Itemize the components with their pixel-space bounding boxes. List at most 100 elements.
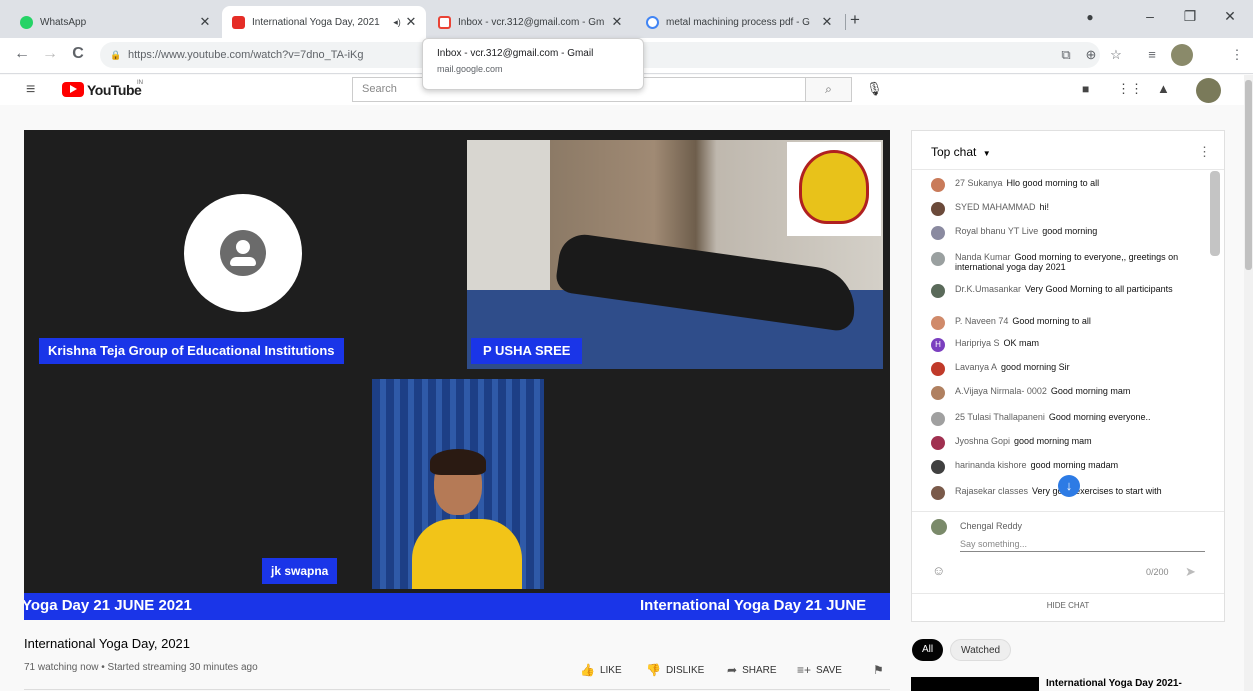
close-icon[interactable]: ✕ [198,14,212,30]
notifications-bell-icon[interactable]: ▲ [1157,81,1170,96]
tab-title: Inbox - vcr.312@gmail.com - Gm [458,16,605,28]
chat-message-text: Good morning everyone.. [1048,412,1151,422]
close-icon[interactable]: ✕ [610,14,624,30]
new-tab-button[interactable]: + [850,10,860,30]
send-icon[interactable]: ➤ [1185,564,1196,580]
reload-icon[interactable]: C [68,45,88,63]
menu-dots-icon[interactable]: ⋮ [1228,47,1246,63]
person-body [412,519,522,589]
chat-author-name[interactable]: Jyoshna Gopi [955,436,1010,446]
chat-message: H Haripriya S OK mam [931,338,1196,352]
chat-author-avatar[interactable] [931,226,945,240]
chat-author-avatar[interactable]: H [931,338,945,352]
tab-title: International Yoga Day, 2021 [252,16,380,28]
flag-icon: ⚑ [873,663,884,677]
chat-author-avatar[interactable] [931,178,945,192]
search-button[interactable]: ⌕ [806,77,852,102]
chat-author-name[interactable]: A.Vijaya Nirmala- 0002 [955,386,1047,396]
close-icon[interactable]: ✕ [404,14,418,30]
search-icon: ⌕ [825,82,832,96]
microphone-icon[interactable]: 🎙 [866,81,883,97]
chat-scrollbar[interactable] [1210,171,1220,256]
profile-avatar[interactable] [1171,44,1193,66]
apps-grid-icon[interactable]: ⋮⋮ [1117,81,1143,97]
page-scrollbar-thumb[interactable] [1245,80,1252,270]
report-button[interactable]: ⚑ [873,663,884,677]
tab-gmail[interactable]: Inbox - vcr.312@gmail.com - Gm ✕ [428,6,632,38]
tab-youtube[interactable]: International Yoga Day, 2021 ◂) ✕ [222,6,426,38]
video-meta: 71 watching now • Started streaming 30 m… [24,662,258,673]
chat-author-name[interactable]: Haripriya S [955,338,1000,348]
chat-message: A.Vijaya Nirmala- 0002 Good morning mam [931,386,1196,400]
share-button[interactable]: ➦ SHARE [727,663,777,677]
restore-icon[interactable]: ❐ [1180,8,1200,25]
emblem-icon [799,150,869,224]
scroll-to-bottom-icon[interactable]: ↓ [1058,475,1080,497]
youtube-logo-icon[interactable] [62,82,84,97]
chat-author-name[interactable]: Lavanya A [955,362,997,372]
profile-dot-icon[interactable]: ● [1080,10,1100,24]
chat-author-name[interactable]: Royal bhanu YT Live [955,226,1038,236]
chat-author-name[interactable]: P. Naveen 74 [955,316,1008,326]
tab-google-search[interactable]: metal machining process pdf - G ✕ [636,6,842,38]
chat-author-name[interactable]: SYED MAHAMMAD [955,202,1036,212]
gmail-icon [438,15,451,29]
chat-author-avatar[interactable] [931,486,945,500]
minimize-icon[interactable]: – [1140,8,1160,24]
chat-author-avatar[interactable] [931,252,945,266]
zoom-icon[interactable]: ⊕ [1082,47,1100,63]
like-label: LIKE [599,664,622,676]
close-icon[interactable]: ✕ [820,14,834,30]
chat-message: P. Naveen 74 Good morning to all [931,316,1196,330]
chat-author-avatar[interactable] [931,412,945,426]
chat-message: harinanda kishore good morning madam [931,460,1196,474]
forward-icon[interactable]: → [40,45,60,63]
chat-author-name[interactable]: 25 Tulasi Thallapaneni [955,412,1045,422]
chat-author-name[interactable]: Rajasekar classes [955,486,1028,496]
chat-menu-icon[interactable]: ⋮ [1198,144,1211,160]
region-code: IN [137,80,143,86]
tab-whatsapp[interactable]: WhatsApp ✕ [10,6,220,38]
chevron-down-icon: ▼ [982,149,991,158]
speaker-icon[interactable]: ◂) [392,17,402,28]
emoji-icon[interactable]: ☺ [932,563,945,578]
window-close-icon[interactable]: ✕ [1220,8,1240,25]
thumbs-up-icon: 👍 [580,663,595,677]
related-video-title[interactable]: International Yoga Day 2021- [1046,678,1182,689]
chat-message: Dr.K.Umasankar Very Good Morning to all p… [931,284,1196,298]
hover-card-title: Inbox - vcr.312@gmail.com - Gmail [437,48,594,59]
character-counter: 0/200 [1146,567,1169,577]
chat-author-avatar[interactable] [931,316,945,330]
back-icon[interactable]: ← [12,45,32,63]
related-video-thumbnail[interactable] [911,677,1039,691]
hide-chat-button[interactable]: HIDE CHAT [912,601,1224,610]
chat-author-name[interactable]: harinanda kishore [955,460,1027,470]
chat-author-name[interactable]: Dr.K.Umasankar [955,284,1021,294]
chat-author-avatar[interactable] [931,362,945,376]
video-player[interactable]: Krishna Teja Group of Educational Instit… [24,130,890,620]
chat-author-name[interactable]: 27 Sukanya [955,178,1003,188]
chat-author-name[interactable]: Nanda Kumar [955,252,1011,262]
chat-mode-dropdown[interactable]: Top chat ▼ [931,145,991,159]
reading-list-icon[interactable]: ≡ [1143,47,1161,62]
chat-author-avatar[interactable] [931,386,945,400]
create-video-icon[interactable]: ■ [1082,82,1089,96]
chat-message-text: Good morning mam [1050,386,1131,396]
translate-icon[interactable]: ⧉ [1057,47,1075,63]
chat-author-avatar[interactable] [931,202,945,216]
like-button[interactable]: 👍 LIKE [580,663,622,677]
chip-watched[interactable]: Watched [950,639,1012,661]
live-chat-panel: Top chat ▼ ⋮ 27 Sukanya Hlo good morning … [911,130,1225,622]
bookmark-star-icon[interactable]: ☆ [1107,47,1125,63]
chat-author-avatar[interactable] [931,436,945,450]
save-button[interactable]: ≡+ SAVE [797,663,842,677]
chat-author-avatar[interactable] [931,284,945,298]
chip-all[interactable]: All [912,639,944,661]
dislike-button[interactable]: 👎 DISLIKE [646,663,704,677]
chat-author-avatar[interactable] [931,460,945,474]
participant-tile-usha-sree: P USHA SREE [467,140,883,369]
chat-message-input[interactable]: Say something... [960,539,1205,552]
hamburger-menu-icon[interactable]: ≡ [26,81,35,99]
account-avatar[interactable] [1196,78,1221,103]
youtube-logo-text[interactable]: YouTube [87,82,142,98]
